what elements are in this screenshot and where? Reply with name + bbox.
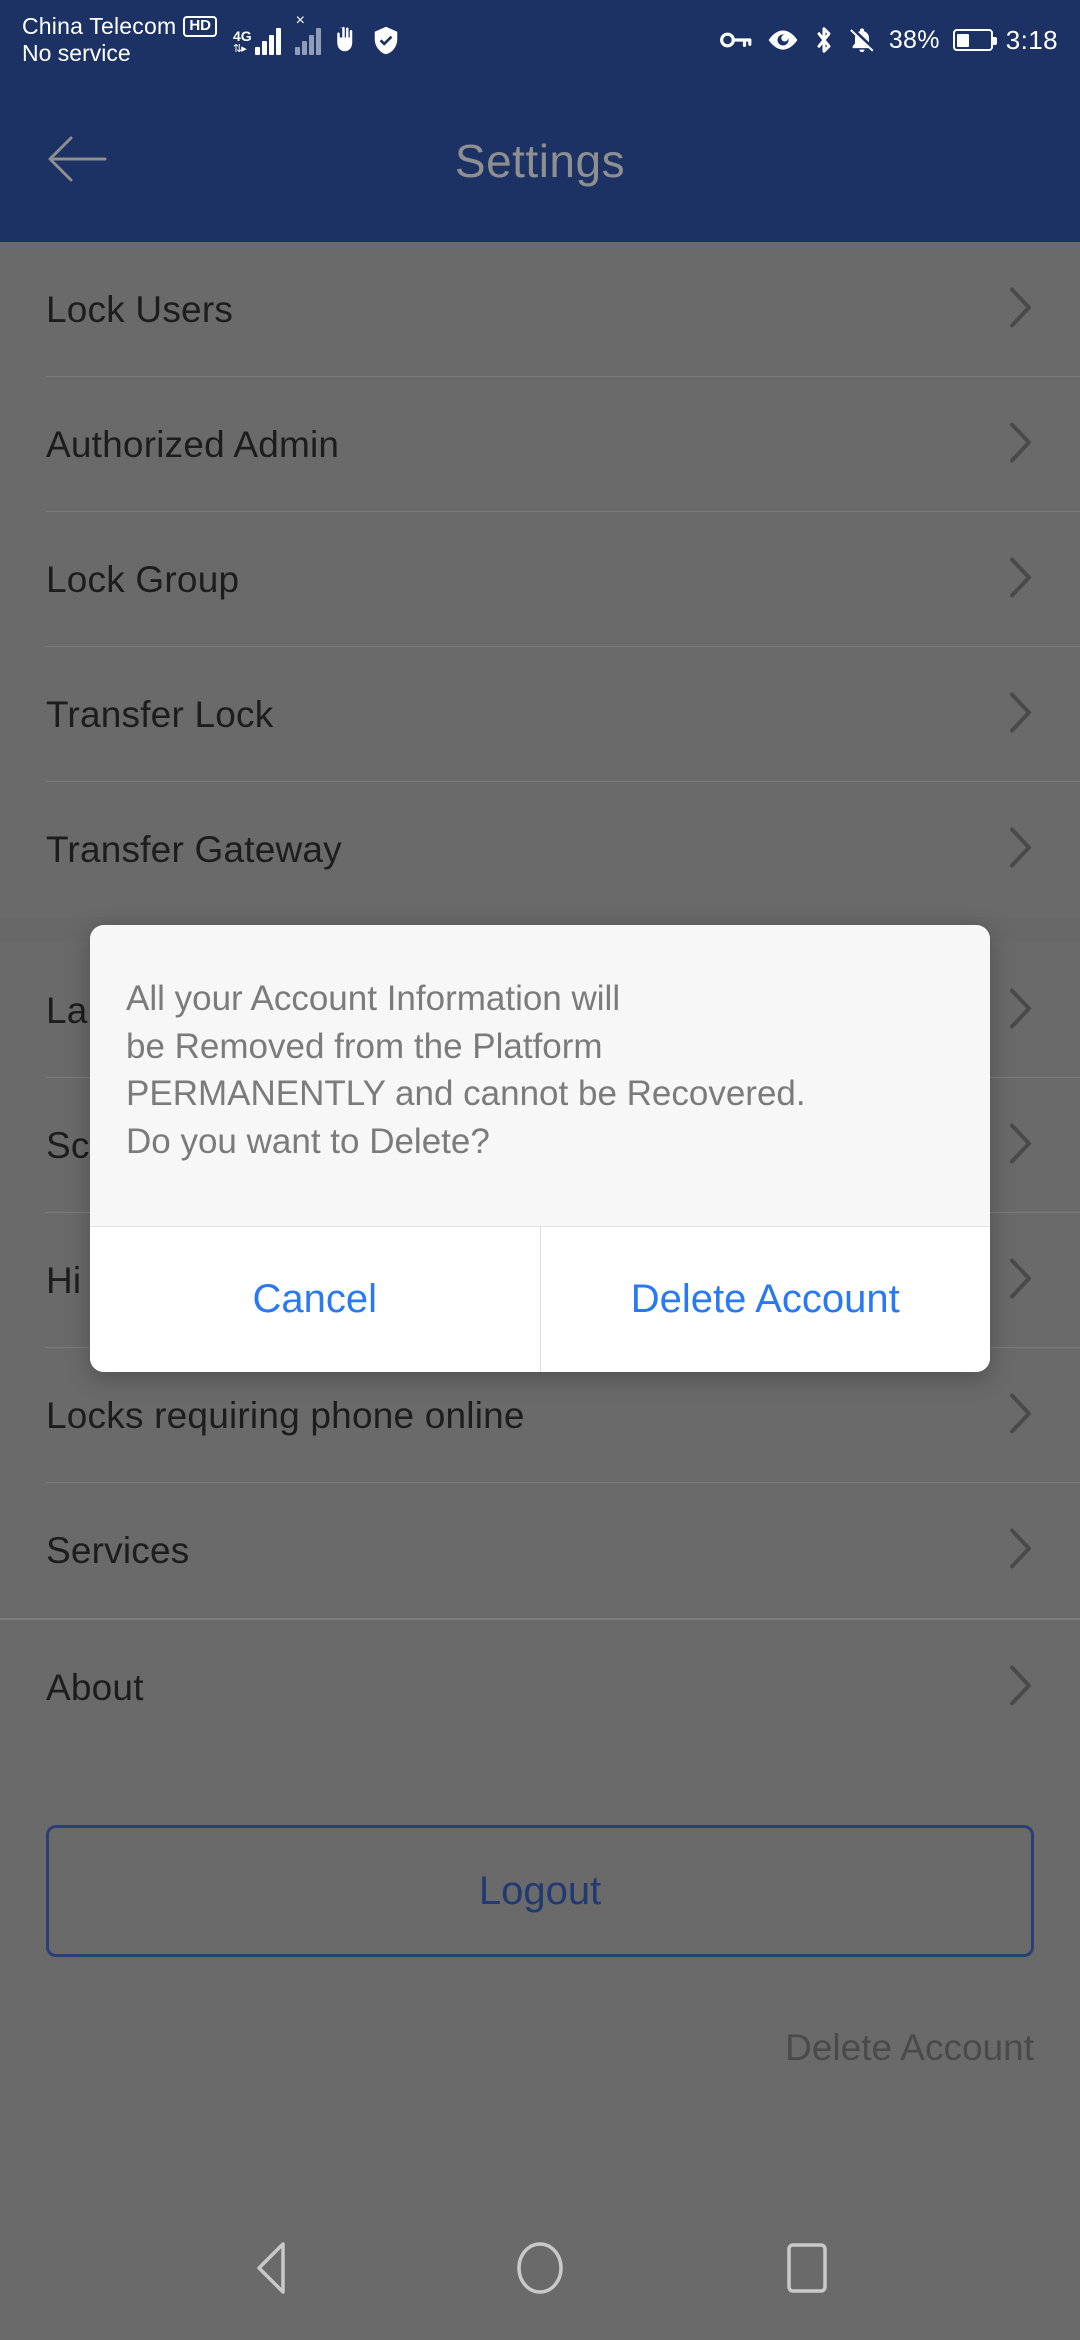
settings-group-three: About — [0, 1620, 1080, 1755]
sidebar-item-lock-group[interactable]: Lock Group — [0, 512, 1080, 647]
android-nav-bar — [0, 2200, 1080, 2340]
dialog-body: All your Account Information will be Rem… — [90, 925, 990, 1226]
square-recents-icon — [784, 2241, 830, 2300]
carrier-name: China Telecom — [22, 12, 177, 39]
sidebar-item-transfer-lock[interactable]: Transfer Lock — [0, 647, 1080, 782]
list-item-label: Hi — [46, 1259, 82, 1301]
chevron-right-icon — [1008, 1256, 1034, 1305]
status-bar-left: China Telecom HD No service 4G ⇅▸ × — [22, 13, 401, 67]
clock-label: 3:18 — [1005, 24, 1058, 55]
back-button[interactable] — [42, 125, 114, 197]
chevron-right-icon — [1008, 420, 1034, 469]
chevron-right-icon — [1008, 1391, 1034, 1440]
sidebar-item-transfer-gateway[interactable]: Transfer Gateway — [0, 782, 1080, 917]
logout-button[interactable]: Logout — [46, 1825, 1034, 1957]
no-service-label: No service — [22, 40, 131, 66]
data-arrows-icon: ⇅▸ — [232, 43, 247, 55]
list-item-label: Locks requiring phone online — [46, 1394, 525, 1436]
hd-badge: HD — [183, 16, 217, 37]
cancel-button[interactable]: Cancel — [90, 1227, 540, 1372]
circle-home-icon — [514, 2240, 566, 2301]
chevron-right-icon — [1008, 825, 1034, 874]
hand-key-icon — [331, 24, 361, 56]
chevron-right-icon — [1008, 1526, 1034, 1575]
chevron-right-icon — [1008, 555, 1034, 604]
list-item-label: About — [46, 1666, 144, 1708]
app-bar: Settings — [0, 80, 1080, 242]
settings-footer: Logout Delete Account — [0, 1755, 1080, 2069]
list-item-label: Sc — [46, 1124, 90, 1166]
key-icon — [719, 27, 753, 53]
nav-back-button[interactable] — [218, 2215, 328, 2325]
bell-muted-icon — [848, 25, 876, 55]
status-bar-right: 38% 3:18 — [719, 25, 1058, 56]
status-bar: China Telecom HD No service 4G ⇅▸ × 38% … — [0, 0, 1080, 80]
arrow-left-icon — [47, 132, 109, 191]
eye-icon — [766, 27, 800, 53]
carrier-row: China Telecom HD — [22, 13, 217, 40]
dialog-actions: Cancel Delete Account — [90, 1226, 990, 1372]
battery-percent-label: 38% — [888, 25, 940, 54]
shield-check-icon — [371, 24, 401, 57]
nav-home-button[interactable] — [485, 2215, 595, 2325]
list-item-label: Services — [46, 1529, 190, 1571]
chevron-right-icon — [1008, 690, 1034, 739]
sidebar-item-authorized-admin[interactable]: Authorized Admin — [0, 377, 1080, 512]
chevron-right-icon — [1008, 986, 1034, 1035]
delete-account-dialog: All your Account Information will be Rem… — [90, 925, 990, 1372]
delete-account-button[interactable]: Delete Account — [539, 1227, 990, 1372]
network-type-label: 4G — [232, 28, 252, 44]
list-item-label: Lock Users — [46, 288, 234, 330]
nav-recents-button[interactable] — [752, 2215, 862, 2325]
dialog-message: All your Account Information will be Rem… — [126, 979, 806, 1161]
list-item-label: Transfer Lock — [46, 693, 274, 735]
delete-account-link[interactable]: Delete Account — [46, 2027, 1034, 2069]
signal-sim2-no-service-icon: × — [294, 13, 321, 55]
chevron-right-icon — [1008, 1121, 1034, 1170]
sidebar-item-about[interactable]: About — [0, 1620, 1080, 1755]
triangle-back-icon — [249, 2240, 297, 2301]
phone-screen: China Telecom HD No service 4G ⇅▸ × 38% … — [0, 0, 1080, 2340]
battery-icon — [952, 29, 997, 51]
list-item-label: Transfer Gateway — [46, 828, 342, 870]
list-item-label: Lock Group — [46, 558, 240, 600]
chevron-right-icon — [1008, 1663, 1034, 1712]
page-title: Settings — [454, 135, 626, 187]
bluetooth-icon — [813, 25, 835, 55]
sidebar-item-services[interactable]: Services — [0, 1483, 1080, 1618]
sim2-x-icon: × — [295, 12, 306, 29]
settings-group-one: Lock Users Authorized Admin Lock Group T… — [0, 242, 1080, 917]
chevron-right-icon — [1008, 285, 1034, 334]
list-item-label: La — [46, 989, 88, 1031]
signal-4g-icon: 4G ⇅▸ — [233, 25, 281, 55]
list-item-label: Authorized Admin — [46, 423, 340, 465]
sidebar-item-lock-users[interactable]: Lock Users — [0, 242, 1080, 377]
carrier-block: China Telecom HD No service — [22, 13, 217, 67]
